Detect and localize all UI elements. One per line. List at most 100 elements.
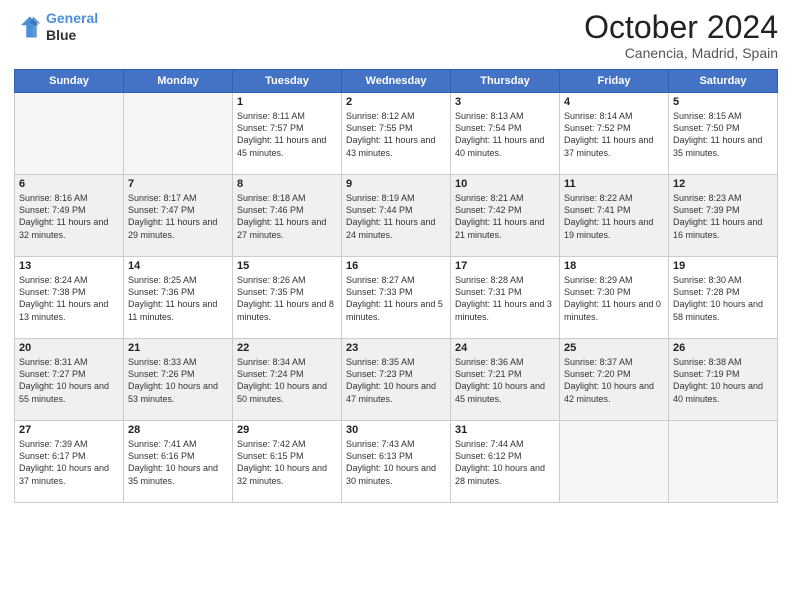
calendar-cell: [124, 93, 233, 175]
calendar-cell: 2Sunrise: 8:12 AM Sunset: 7:55 PM Daylig…: [342, 93, 451, 175]
calendar-cell: 17 Sunrise: 8:28 AM Sunset: 7:31 PM Dayli…: [451, 257, 560, 339]
day-info: Sunrise: 7:43 AM Sunset: 6:13 PM Dayligh…: [346, 438, 446, 487]
calendar-cell: 10 Sunrise: 8:21 AM Sunset: 7:42 PM Dayli…: [451, 175, 560, 257]
calendar-cell: 20 Sunrise: 8:31 AM Sunset: 7:27 PM Dayli…: [15, 339, 124, 421]
calendar-cell: [560, 421, 669, 503]
day-number: 27: [19, 424, 119, 436]
calendar-header-monday: Monday: [124, 70, 233, 93]
day-info: Sunrise: 8:21 AM Sunset: 7:42 PM Dayligh…: [455, 192, 555, 241]
calendar-week-3: 20 Sunrise: 8:31 AM Sunset: 7:27 PM Dayli…: [15, 339, 778, 421]
day-number: 10: [455, 178, 555, 190]
calendar-cell: 23 Sunrise: 8:35 AM Sunset: 7:23 PM Dayli…: [342, 339, 451, 421]
calendar-cell: 24 Sunrise: 8:36 AM Sunset: 7:21 PM Dayli…: [451, 339, 560, 421]
day-info: Sunrise: 8:17 AM Sunset: 7:47 PM Dayligh…: [128, 192, 228, 241]
day-number: 4: [564, 96, 664, 108]
day-info: Sunrise: 8:13 AM Sunset: 7:54 PM Dayligh…: [455, 110, 555, 159]
day-info: Sunrise: 8:12 AM Sunset: 7:55 PM Dayligh…: [346, 110, 446, 159]
calendar-cell: 7Sunrise: 8:17 AM Sunset: 7:47 PM Daylig…: [124, 175, 233, 257]
day-info: Sunrise: 7:39 AM Sunset: 6:17 PM Dayligh…: [19, 438, 119, 487]
day-info: Sunrise: 7:41 AM Sunset: 6:16 PM Dayligh…: [128, 438, 228, 487]
day-number: 15: [237, 260, 337, 272]
day-info: Sunrise: 8:36 AM Sunset: 7:21 PM Dayligh…: [455, 356, 555, 405]
calendar-header-thursday: Thursday: [451, 70, 560, 93]
location: Canencia, Madrid, Spain: [584, 45, 778, 61]
day-info: Sunrise: 8:24 AM Sunset: 7:38 PM Dayligh…: [19, 274, 119, 323]
logo: General Blue: [14, 10, 98, 44]
calendar-week-1: 6Sunrise: 8:16 AM Sunset: 7:49 PM Daylig…: [15, 175, 778, 257]
day-info: Sunrise: 8:34 AM Sunset: 7:24 PM Dayligh…: [237, 356, 337, 405]
calendar-cell: 25 Sunrise: 8:37 AM Sunset: 7:20 PM Dayli…: [560, 339, 669, 421]
calendar-cell: 14 Sunrise: 8:25 AM Sunset: 7:36 PM Dayli…: [124, 257, 233, 339]
calendar-cell: 27 Sunrise: 7:39 AM Sunset: 6:17 PM Dayli…: [15, 421, 124, 503]
day-number: 9: [346, 178, 446, 190]
calendar-cell: 13 Sunrise: 8:24 AM Sunset: 7:38 PM Dayli…: [15, 257, 124, 339]
day-number: 22: [237, 342, 337, 354]
day-number: 12: [673, 178, 773, 190]
calendar-cell: 28 Sunrise: 7:41 AM Sunset: 6:16 PM Dayli…: [124, 421, 233, 503]
day-info: Sunrise: 8:33 AM Sunset: 7:26 PM Dayligh…: [128, 356, 228, 405]
day-info: Sunrise: 8:37 AM Sunset: 7:20 PM Dayligh…: [564, 356, 664, 405]
calendar-header-tuesday: Tuesday: [233, 70, 342, 93]
header: General Blue October 2024 Canencia, Madr…: [14, 10, 778, 61]
calendar-cell: 26 Sunrise: 8:38 AM Sunset: 7:19 PM Dayli…: [669, 339, 778, 421]
calendar-cell: 30 Sunrise: 7:43 AM Sunset: 6:13 PM Dayli…: [342, 421, 451, 503]
day-info: Sunrise: 8:19 AM Sunset: 7:44 PM Dayligh…: [346, 192, 446, 241]
day-number: 8: [237, 178, 337, 190]
day-number: 5: [673, 96, 773, 108]
day-info: Sunrise: 8:35 AM Sunset: 7:23 PM Dayligh…: [346, 356, 446, 405]
day-number: 25: [564, 342, 664, 354]
calendar-header-wednesday: Wednesday: [342, 70, 451, 93]
day-number: 16: [346, 260, 446, 272]
day-info: Sunrise: 8:27 AM Sunset: 7:33 PM Dayligh…: [346, 274, 446, 323]
calendar-cell: 8 Sunrise: 8:18 AM Sunset: 7:46 PM Daylig…: [233, 175, 342, 257]
day-info: Sunrise: 8:29 AM Sunset: 7:30 PM Dayligh…: [564, 274, 664, 323]
day-number: 13: [19, 260, 119, 272]
calendar-cell: 5 Sunrise: 8:15 AM Sunset: 7:50 PM Daylig…: [669, 93, 778, 175]
calendar-cell: [669, 421, 778, 503]
calendar-cell: 18Sunrise: 8:29 AM Sunset: 7:30 PM Dayli…: [560, 257, 669, 339]
day-number: 23: [346, 342, 446, 354]
calendar-cell: 9 Sunrise: 8:19 AM Sunset: 7:44 PM Daylig…: [342, 175, 451, 257]
day-info: Sunrise: 8:25 AM Sunset: 7:36 PM Dayligh…: [128, 274, 228, 323]
day-number: 14: [128, 260, 228, 272]
title-block: October 2024 Canencia, Madrid, Spain: [584, 10, 778, 61]
calendar-cell: 29 Sunrise: 7:42 AM Sunset: 6:15 PM Dayli…: [233, 421, 342, 503]
calendar-header-sunday: Sunday: [15, 70, 124, 93]
day-info: Sunrise: 8:26 AM Sunset: 7:35 PM Dayligh…: [237, 274, 337, 323]
calendar-cell: 6Sunrise: 8:16 AM Sunset: 7:49 PM Daylig…: [15, 175, 124, 257]
calendar-week-4: 27 Sunrise: 7:39 AM Sunset: 6:17 PM Dayli…: [15, 421, 778, 503]
day-info: Sunrise: 7:44 AM Sunset: 6:12 PM Dayligh…: [455, 438, 555, 487]
day-number: 29: [237, 424, 337, 436]
day-info: Sunrise: 8:28 AM Sunset: 7:31 PM Dayligh…: [455, 274, 555, 323]
day-number: 17: [455, 260, 555, 272]
day-number: 24: [455, 342, 555, 354]
day-info: Sunrise: 7:42 AM Sunset: 6:15 PM Dayligh…: [237, 438, 337, 487]
day-number: 26: [673, 342, 773, 354]
calendar-cell: 11Sunrise: 8:22 AM Sunset: 7:41 PM Dayli…: [560, 175, 669, 257]
calendar-cell: 31Sunrise: 7:44 AM Sunset: 6:12 PM Dayli…: [451, 421, 560, 503]
day-number: 6: [19, 178, 119, 190]
calendar-cell: 19Sunrise: 8:30 AM Sunset: 7:28 PM Dayli…: [669, 257, 778, 339]
day-number: 30: [346, 424, 446, 436]
calendar-header-saturday: Saturday: [669, 70, 778, 93]
day-number: 20: [19, 342, 119, 354]
calendar-cell: 21Sunrise: 8:33 AM Sunset: 7:26 PM Dayli…: [124, 339, 233, 421]
day-info: Sunrise: 8:31 AM Sunset: 7:27 PM Dayligh…: [19, 356, 119, 405]
calendar-week-0: 1Sunrise: 8:11 AM Sunset: 7:57 PM Daylig…: [15, 93, 778, 175]
day-number: 3: [455, 96, 555, 108]
day-info: Sunrise: 8:18 AM Sunset: 7:46 PM Dayligh…: [237, 192, 337, 241]
day-info: Sunrise: 8:11 AM Sunset: 7:57 PM Dayligh…: [237, 110, 337, 159]
day-number: 19: [673, 260, 773, 272]
calendar-cell: 16 Sunrise: 8:27 AM Sunset: 7:33 PM Dayli…: [342, 257, 451, 339]
calendar-header-row: SundayMondayTuesdayWednesdayThursdayFrid…: [15, 70, 778, 93]
day-info: Sunrise: 8:38 AM Sunset: 7:19 PM Dayligh…: [673, 356, 773, 405]
calendar-table: SundayMondayTuesdayWednesdayThursdayFrid…: [14, 69, 778, 503]
day-info: Sunrise: 8:15 AM Sunset: 7:50 PM Dayligh…: [673, 110, 773, 159]
month-title: October 2024: [584, 10, 778, 45]
calendar-cell: 4Sunrise: 8:14 AM Sunset: 7:52 PM Daylig…: [560, 93, 669, 175]
calendar-header-friday: Friday: [560, 70, 669, 93]
calendar-cell: 22 Sunrise: 8:34 AM Sunset: 7:24 PM Dayli…: [233, 339, 342, 421]
calendar-cell: 1Sunrise: 8:11 AM Sunset: 7:57 PM Daylig…: [233, 93, 342, 175]
day-number: 28: [128, 424, 228, 436]
calendar-cell: 15 Sunrise: 8:26 AM Sunset: 7:35 PM Dayli…: [233, 257, 342, 339]
